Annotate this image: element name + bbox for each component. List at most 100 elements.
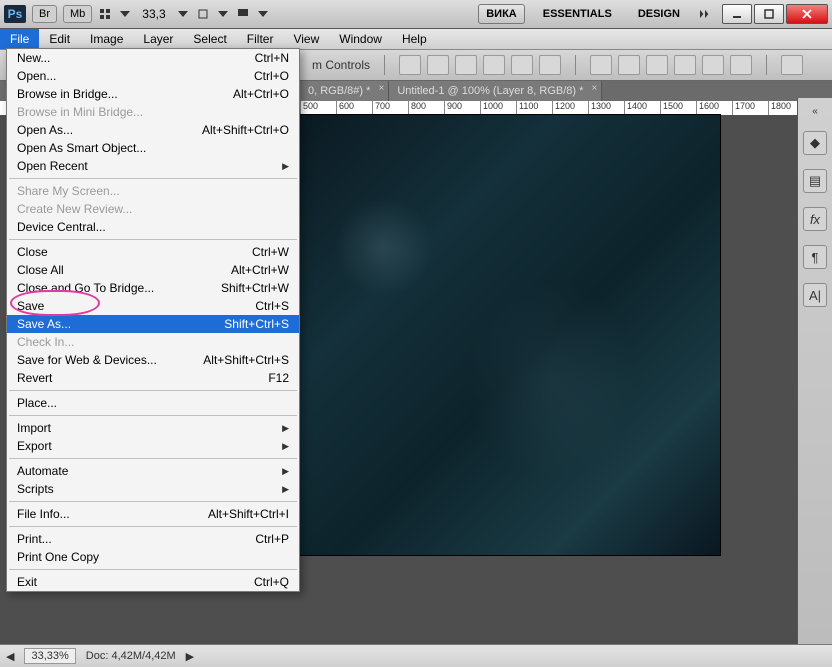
menu-item-save-as[interactable]: Save As...Shift+Ctrl+S bbox=[7, 315, 299, 333]
menu-item-close-all[interactable]: Close AllAlt+Ctrl+W bbox=[7, 261, 299, 279]
canvas-viewport[interactable] bbox=[300, 115, 794, 645]
menu-item-browse-in-bridge[interactable]: Browse in Bridge...Alt+Ctrl+O bbox=[7, 85, 299, 103]
fx-icon[interactable]: fx bbox=[803, 207, 827, 231]
align-left-icon[interactable] bbox=[399, 55, 421, 75]
menu-item-automate[interactable]: Automate bbox=[7, 462, 299, 480]
document-tab[interactable]: Untitled-1 @ 100% (Layer 8, RGB/8) * × bbox=[389, 81, 602, 101]
menu-item-open-recent[interactable]: Open Recent bbox=[7, 157, 299, 175]
menu-window[interactable]: Window bbox=[329, 29, 392, 49]
menu-item-print-one-copy[interactable]: Print One Copy bbox=[7, 548, 299, 566]
minimize-button[interactable] bbox=[722, 4, 752, 24]
layers-icon[interactable]: ◆ bbox=[803, 131, 827, 155]
menu-item-scripts[interactable]: Scripts bbox=[7, 480, 299, 498]
menu-item-open-as-smart-object[interactable]: Open As Smart Object... bbox=[7, 139, 299, 157]
menu-item-browse-in-mini-bridge: Browse in Mini Bridge... bbox=[7, 103, 299, 121]
bridge-chip[interactable]: Br bbox=[32, 5, 57, 23]
align-vcenter-icon[interactable] bbox=[511, 55, 533, 75]
dist-vcenter-icon[interactable] bbox=[702, 55, 724, 75]
close-icon[interactable]: × bbox=[379, 83, 385, 94]
document-image[interactable] bbox=[300, 115, 720, 555]
menu-item-label: Device Central... bbox=[17, 220, 106, 234]
menu-item-label: Revert bbox=[17, 371, 52, 385]
auto-align-icon[interactable] bbox=[781, 55, 803, 75]
menu-item-label: Scripts bbox=[17, 482, 54, 496]
menu-item-revert[interactable]: RevertF12 bbox=[7, 369, 299, 387]
menu-view[interactable]: View bbox=[283, 29, 329, 49]
menu-item-import[interactable]: Import bbox=[7, 419, 299, 437]
dist-left-icon[interactable] bbox=[590, 55, 612, 75]
titlebar-zoom-value[interactable]: 33,3 bbox=[138, 7, 169, 21]
menu-item-export[interactable]: Export bbox=[7, 437, 299, 455]
menu-item-shortcut: Shift+Ctrl+S bbox=[224, 317, 289, 331]
file-menu-dropdown: New...Ctrl+NOpen...Ctrl+OBrowse in Bridg… bbox=[6, 48, 300, 592]
menu-filter[interactable]: Filter bbox=[237, 29, 284, 49]
menu-item-label: Print... bbox=[17, 532, 52, 546]
close-button[interactable] bbox=[786, 4, 828, 24]
dist-right-icon[interactable] bbox=[646, 55, 668, 75]
menu-item-label: Check In... bbox=[17, 335, 74, 349]
menu-item-open-as[interactable]: Open As...Alt+Shift+Ctrl+O bbox=[7, 121, 299, 139]
screen-mode-icon[interactable] bbox=[236, 7, 250, 21]
menu-item-shortcut: Ctrl+W bbox=[252, 245, 289, 259]
workspace-button-vika[interactable]: ВИКА bbox=[478, 4, 525, 24]
align-right-icon[interactable] bbox=[455, 55, 477, 75]
workspace-button-essentials[interactable]: ESSENTIALS bbox=[535, 4, 620, 24]
menu-item-save[interactable]: SaveCtrl+S bbox=[7, 297, 299, 315]
hand-tool-icon[interactable] bbox=[196, 7, 210, 21]
chevron-right-icon[interactable]: ▶ bbox=[186, 650, 194, 663]
document-tab[interactable]: 0, RGB/8#) * × bbox=[300, 81, 389, 101]
menu-item-label: Export bbox=[17, 439, 52, 453]
chevron-down-icon[interactable] bbox=[118, 7, 132, 21]
menu-item-shortcut: Alt+Shift+Ctrl+I bbox=[208, 507, 289, 521]
menu-separator bbox=[9, 458, 297, 459]
menu-select[interactable]: Select bbox=[183, 29, 236, 49]
dist-hcenter-icon[interactable] bbox=[618, 55, 640, 75]
menu-item-shortcut: Ctrl+P bbox=[255, 532, 289, 546]
character-icon[interactable]: A| bbox=[803, 283, 827, 307]
align-bottom-icon[interactable] bbox=[539, 55, 561, 75]
menu-help[interactable]: Help bbox=[392, 29, 437, 49]
menu-file[interactable]: File bbox=[0, 29, 39, 49]
menu-item-device-central[interactable]: Device Central... bbox=[7, 218, 299, 236]
menu-separator bbox=[9, 178, 297, 179]
menu-item-place[interactable]: Place... bbox=[7, 394, 299, 412]
doc-size-label: Doc: 4,42M/4,42M bbox=[86, 650, 176, 662]
workspace-button-design[interactable]: DESIGN bbox=[630, 4, 688, 24]
dist-bottom-icon[interactable] bbox=[730, 55, 752, 75]
double-chevron-icon[interactable] bbox=[698, 7, 712, 21]
maximize-button[interactable] bbox=[754, 4, 784, 24]
menu-item-new[interactable]: New...Ctrl+N bbox=[7, 49, 299, 67]
arrange-docs-icon[interactable] bbox=[98, 7, 112, 21]
right-panel-dock: « ◆ ▤ fx ¶ A| bbox=[797, 98, 832, 645]
channels-icon[interactable]: ▤ bbox=[803, 169, 827, 193]
menu-bar: File Edit Image Layer Select Filter View… bbox=[0, 29, 832, 50]
dist-top-icon[interactable] bbox=[674, 55, 696, 75]
menu-item-label: Close All bbox=[17, 263, 64, 277]
menu-item-file-info[interactable]: File Info...Alt+Shift+Ctrl+I bbox=[7, 505, 299, 523]
chevron-down-icon[interactable] bbox=[256, 7, 270, 21]
menu-item-exit[interactable]: ExitCtrl+Q bbox=[7, 573, 299, 591]
paragraph-icon[interactable]: ¶ bbox=[803, 245, 827, 269]
align-hcenter-icon[interactable] bbox=[427, 55, 449, 75]
menu-item-label: New... bbox=[17, 51, 50, 65]
minibridge-chip[interactable]: Mb bbox=[63, 5, 92, 23]
menu-edit[interactable]: Edit bbox=[39, 29, 80, 49]
zoom-percent[interactable]: 33,33% bbox=[24, 648, 75, 664]
chevron-down-icon[interactable] bbox=[176, 7, 190, 21]
titlebar-left-cluster: Ps Br Mb 33,3 bbox=[4, 5, 270, 23]
menu-item-shortcut: Alt+Shift+Ctrl+S bbox=[203, 353, 289, 367]
menu-item-print[interactable]: Print... Ctrl+P bbox=[7, 530, 299, 548]
menu-item-close[interactable]: CloseCtrl+W bbox=[7, 243, 299, 261]
align-top-icon[interactable] bbox=[483, 55, 505, 75]
menu-item-close-and-go-to-bridge[interactable]: Close and Go To Bridge...Shift+Ctrl+W bbox=[7, 279, 299, 297]
chevron-down-icon[interactable] bbox=[216, 7, 230, 21]
close-icon[interactable]: × bbox=[592, 83, 598, 94]
nav-left-icon[interactable]: ◀ bbox=[6, 650, 14, 663]
menu-item-label: Browse in Bridge... bbox=[17, 87, 118, 101]
menu-layer[interactable]: Layer bbox=[133, 29, 183, 49]
menu-item-shortcut: Alt+Shift+Ctrl+O bbox=[202, 123, 289, 137]
menu-item-save-for-web-devices[interactable]: Save for Web & Devices...Alt+Shift+Ctrl+… bbox=[7, 351, 299, 369]
menu-item-open[interactable]: Open...Ctrl+O bbox=[7, 67, 299, 85]
collapse-dock-icon[interactable]: « bbox=[812, 106, 818, 117]
menu-image[interactable]: Image bbox=[80, 29, 133, 49]
